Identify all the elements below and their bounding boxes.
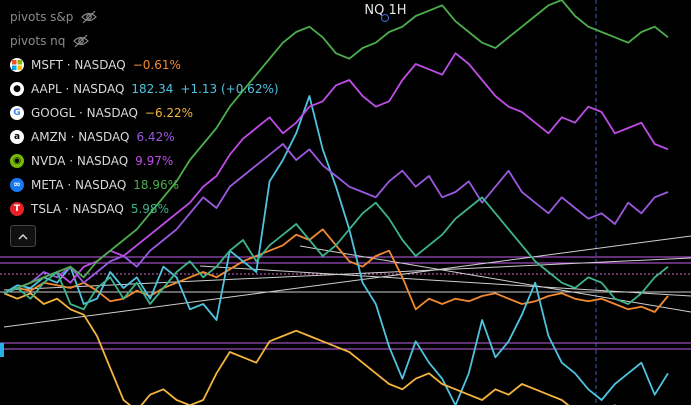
- symbol-name: GOOGL · NASDAQ: [31, 106, 138, 120]
- trend-line: [299, 245, 691, 313]
- amazon-logo-icon: a: [10, 130, 24, 144]
- tesla-logo-icon: T: [10, 202, 24, 216]
- symbol-change: 9.97%: [135, 154, 174, 168]
- legend-item-msft[interactable]: MSFT · NASDAQ −0.61%: [10, 53, 279, 77]
- toggle-label: pivots nq: [10, 34, 66, 48]
- legend-item-meta[interactable]: ∞ META · NASDAQ 18.96%: [10, 173, 279, 197]
- toggle-pivots-nq[interactable]: pivots nq: [10, 29, 279, 53]
- apple-logo-icon: ●: [10, 82, 24, 96]
- symbol-name: AMZN · NASDAQ: [31, 130, 130, 144]
- toggle-label: pivots s&p: [10, 10, 74, 24]
- meta-logo-icon: ∞: [10, 178, 24, 192]
- symbol-change: 5.98%: [130, 202, 169, 216]
- symbol-change: −6.22%: [144, 106, 194, 120]
- symbol-change: 18.96%: [133, 178, 180, 192]
- symbol-name: NVDA · NASDAQ: [31, 154, 129, 168]
- symbol-name: MSFT · NASDAQ: [31, 58, 126, 72]
- legend-item-nvda[interactable]: ◉ NVDA · NASDAQ 9.97%: [10, 149, 279, 173]
- google-logo-icon: G: [10, 106, 24, 120]
- symbol-change: 6.42%: [136, 130, 175, 144]
- nvidia-logo-icon: ◉: [10, 154, 24, 168]
- symbol-price: 182.34: [131, 82, 174, 96]
- legend: pivots s&p pivots nq MSFT · NASDAQ −0.61…: [10, 5, 279, 247]
- toggle-pivots-sp[interactable]: pivots s&p: [10, 5, 279, 29]
- eye-off-icon[interactable]: [73, 33, 90, 49]
- symbol-name: AAPL · NASDAQ: [31, 82, 125, 96]
- trend-line: [3, 235, 691, 328]
- symbol-change: +1.13 (+0.62%): [180, 82, 279, 96]
- symbol-name: TSLA · NASDAQ: [31, 202, 124, 216]
- legend-item-aapl[interactable]: ● AAPL · NASDAQ 182.34 +1.13 (+0.62%): [10, 77, 279, 101]
- eye-off-icon[interactable]: [81, 9, 98, 25]
- collapse-legend-button[interactable]: [10, 225, 36, 247]
- microsoft-logo-icon: [10, 58, 24, 72]
- symbol-name: META · NASDAQ: [31, 178, 127, 192]
- legend-item-tsla[interactable]: T TSLA · NASDAQ 5.98%: [10, 197, 279, 221]
- price-scale-handle[interactable]: [0, 343, 4, 357]
- symbol-change: −0.61%: [132, 58, 181, 72]
- chevron-up-icon: [18, 233, 28, 239]
- legend-item-googl[interactable]: G GOOGL · NASDAQ −6.22%: [10, 101, 279, 125]
- main-symbol-marker: [381, 14, 389, 22]
- legend-item-amzn[interactable]: a AMZN · NASDAQ 6.42%: [10, 125, 279, 149]
